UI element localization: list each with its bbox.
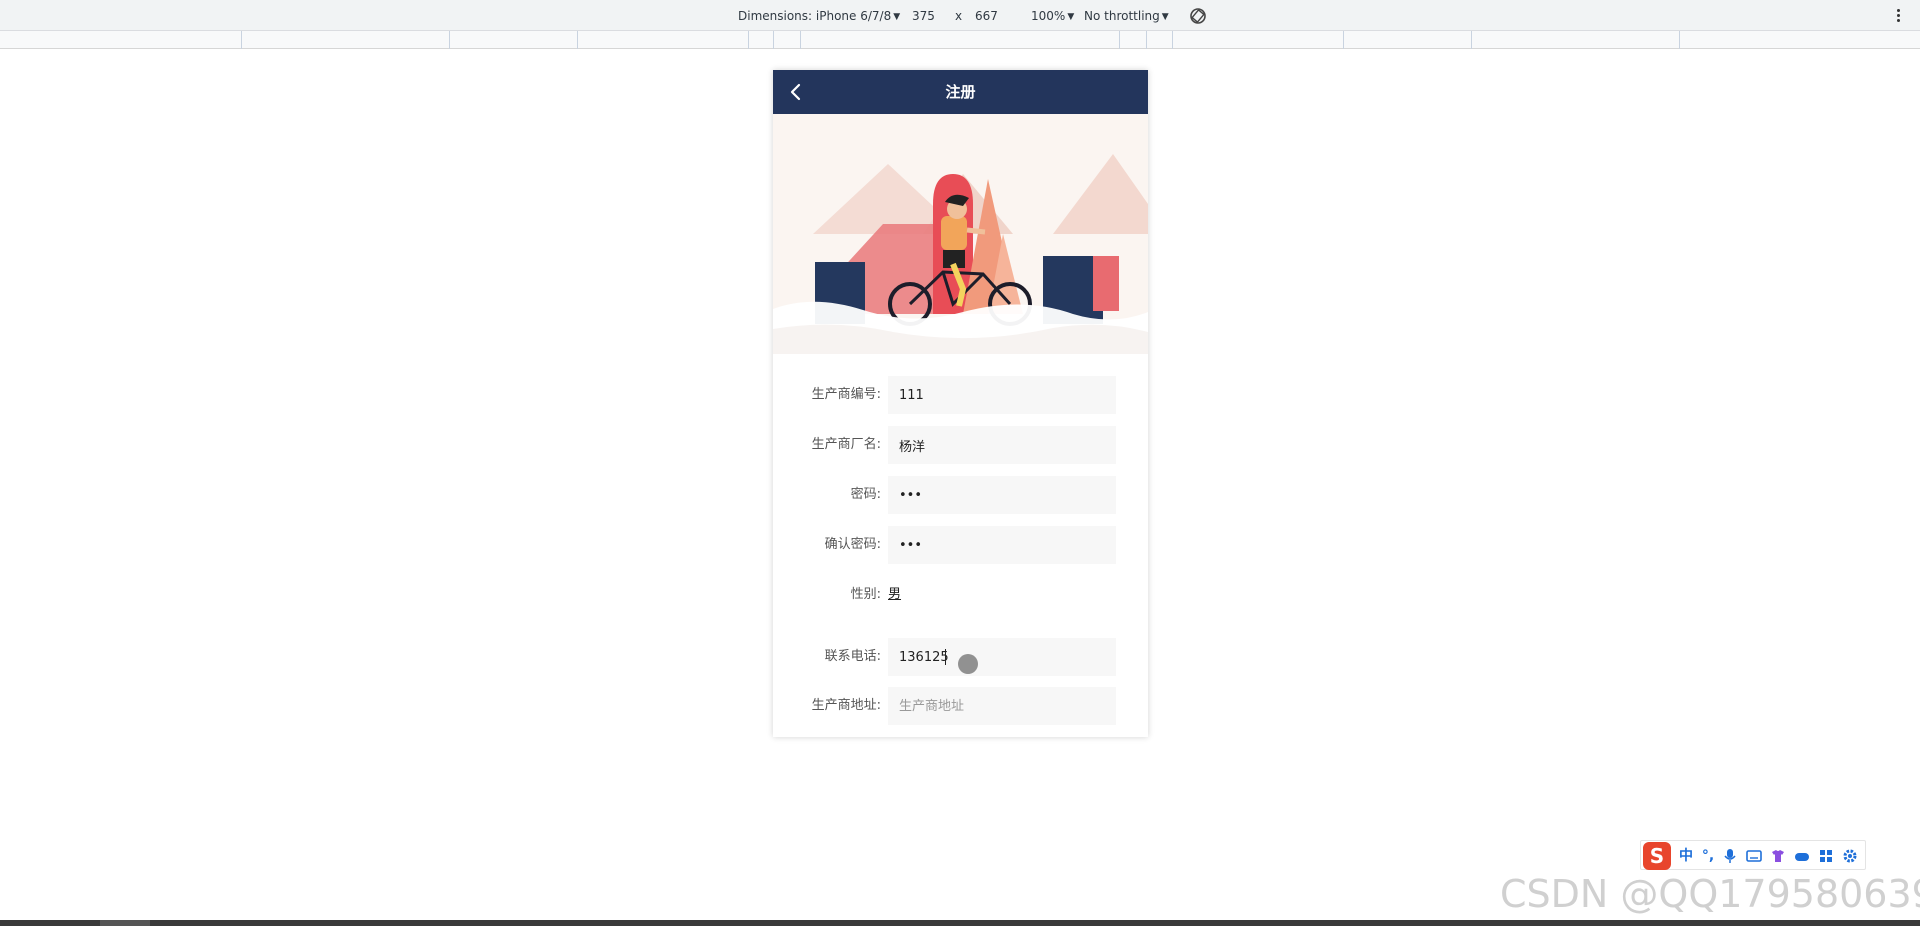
address-label: 生产商地址: bbox=[811, 698, 881, 713]
form-row-producer-id: 生产商编号: bbox=[773, 376, 1148, 414]
form-row-confirm-password: 确认密码: bbox=[773, 526, 1148, 564]
nav-bar: 注册 bbox=[773, 70, 1148, 114]
caret-down-icon: ▼ bbox=[1067, 12, 1075, 22]
device-viewport: 注册 生产商编号: 生产商厂名: 密码: bbox=[773, 70, 1148, 737]
producer-id-label: 生产商编号: bbox=[811, 387, 881, 402]
sogou-logo-icon[interactable]: S bbox=[1643, 842, 1671, 870]
keyboard-icon[interactable] bbox=[1745, 847, 1763, 865]
zoom-select[interactable]: 100% ▼ bbox=[1031, 9, 1074, 24]
throttling-select[interactable]: No throttling ▼ bbox=[1084, 9, 1169, 24]
page-title: 注册 bbox=[945, 83, 976, 101]
ime-toolbar: S 中 °, bbox=[1640, 840, 1866, 870]
phone-label: 联系电话: bbox=[824, 649, 881, 664]
watermark: CSDN @QQ1795806396 bbox=[1500, 872, 1920, 916]
more-options-icon[interactable] bbox=[1895, 7, 1901, 25]
settings-gear-icon[interactable] bbox=[1841, 847, 1859, 865]
microphone-icon[interactable] bbox=[1721, 847, 1739, 865]
taskbar-edge bbox=[0, 920, 1920, 926]
address-input[interactable] bbox=[888, 687, 1116, 725]
device-label: Dimensions: iPhone 6/7/8 bbox=[738, 9, 892, 23]
producer-name-input[interactable] bbox=[888, 426, 1116, 464]
form-row-address: 生产商地址: bbox=[773, 687, 1148, 725]
caret-down-icon: ▼ bbox=[1161, 12, 1169, 22]
caret-down-icon: ▼ bbox=[893, 12, 901, 22]
height-input[interactable]: 667 bbox=[975, 9, 998, 23]
times-sign: x bbox=[955, 9, 963, 23]
throttling-label: No throttling bbox=[1084, 9, 1160, 23]
media-query-ruler bbox=[0, 31, 1920, 49]
devtools-device-toolbar: Dimensions: iPhone 6/7/8 ▼ 375 x 667 100%… bbox=[0, 0, 1920, 31]
touch-cursor bbox=[958, 654, 978, 674]
confirm-password-label: 确认密码: bbox=[824, 537, 881, 552]
confirm-password-input[interactable] bbox=[888, 526, 1116, 564]
form-row-gender: 性别: 男 bbox=[773, 576, 1148, 614]
gender-label: 性别: bbox=[850, 587, 881, 602]
rotate-icon[interactable] bbox=[1188, 6, 1208, 26]
form-row-phone: 联系电话: bbox=[773, 638, 1148, 676]
cyclist-illustration bbox=[773, 114, 1148, 354]
ime-punctuation-toggle[interactable]: °, bbox=[1699, 847, 1717, 865]
skin-icon[interactable] bbox=[1769, 847, 1787, 865]
form-row-producer-name: 生产商厂名: bbox=[773, 426, 1148, 464]
password-input[interactable] bbox=[888, 476, 1116, 514]
producer-name-label: 生产商厂名: bbox=[811, 437, 881, 452]
gamepad-icon[interactable] bbox=[1793, 847, 1811, 865]
producer-id-input[interactable] bbox=[888, 376, 1116, 414]
text-caret bbox=[945, 649, 946, 665]
gender-picker[interactable]: 男 bbox=[888, 576, 901, 614]
form-row-password: 密码: bbox=[773, 476, 1148, 514]
apps-grid-icon[interactable] bbox=[1817, 847, 1835, 865]
password-label: 密码: bbox=[850, 487, 881, 502]
zoom-label: 100% bbox=[1031, 9, 1066, 23]
device-select[interactable]: Dimensions: iPhone 6/7/8 ▼ bbox=[738, 9, 900, 24]
width-input[interactable]: 375 bbox=[912, 9, 935, 23]
ime-language-toggle[interactable]: 中 bbox=[1677, 847, 1695, 865]
phone-input[interactable] bbox=[888, 638, 1116, 676]
